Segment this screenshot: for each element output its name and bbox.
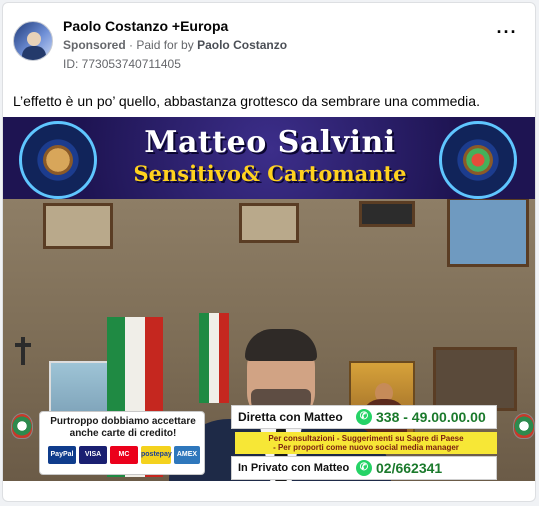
mastercard-icon: MC bbox=[110, 446, 138, 464]
private-contact-row: In Privato con Matteo ✆ 02/662341 bbox=[231, 456, 497, 480]
private-label: In Privato con Matteo bbox=[238, 462, 350, 474]
ellipsis-icon[interactable]: ··· bbox=[495, 23, 519, 45]
visa-icon: VISA bbox=[79, 446, 107, 464]
consult-line2: - Per proporti come nuovo social media m… bbox=[273, 443, 459, 452]
contact-panel: Diretta con Matteo ✆ 338 - 49.00.00.00 P… bbox=[231, 405, 501, 480]
wall-painting bbox=[447, 197, 529, 267]
medallion-center bbox=[463, 145, 493, 175]
crucifix-bar bbox=[15, 343, 31, 347]
postepay-icon: postepay bbox=[141, 446, 172, 464]
private-number: 02/662341 bbox=[376, 460, 443, 476]
medallion-center bbox=[43, 145, 73, 175]
video-banner: Matteo Salvini Sensitivo& Cartomante bbox=[3, 117, 535, 199]
wall-calendar bbox=[359, 201, 415, 227]
payment-text-line1: Purtroppo dobbiamo accettare bbox=[50, 416, 196, 427]
direct-label: Diretta con Matteo bbox=[238, 410, 343, 424]
meta-separator: · bbox=[129, 38, 134, 52]
post-header: Paolo Costanzo +Europa Sponsored · Paid … bbox=[13, 17, 525, 73]
video-lower-third: Purtroppo dobbiamo accettare anche carte… bbox=[3, 401, 535, 481]
page-name-link[interactable]: Paolo Costanzo +Europa bbox=[63, 18, 228, 34]
ad-id: ID: 773053740711405 bbox=[63, 57, 181, 71]
consult-line1: Per consultazioni - Suggerimenti su Sagr… bbox=[268, 434, 464, 443]
ad-post-card: Paolo Costanzo +Europa Sponsored · Paid … bbox=[2, 2, 536, 502]
wall-frame bbox=[43, 203, 113, 249]
banner-title: Matteo Salvini bbox=[144, 125, 396, 160]
crucifix bbox=[21, 337, 25, 365]
zodiac-medallion-left bbox=[19, 121, 97, 199]
wall-frame bbox=[239, 203, 299, 243]
paid-for-by-name: Paolo Costanzo bbox=[197, 38, 288, 52]
whatsapp-icon: ✆ bbox=[356, 409, 372, 425]
consultation-note: Per consultazioni - Suggerimenti su Sagr… bbox=[235, 432, 497, 454]
whatsapp-icon: ✆ bbox=[356, 460, 372, 476]
direct-number: 338 - 49.00.00.00 bbox=[376, 409, 486, 425]
sponsored-meta: Sponsored · Paid for by Paolo Costanzo bbox=[63, 38, 287, 52]
paypal-icon: PayPal bbox=[48, 446, 76, 464]
payment-box: Purtroppo dobbiamo accettare anche carte… bbox=[39, 411, 205, 475]
avatar-head bbox=[27, 32, 41, 46]
zodiac-medallion-right bbox=[439, 121, 517, 199]
speaker-hair bbox=[245, 329, 317, 361]
ad-video[interactable]: Matteo Salvini Sensitivo& Cartomante Pur… bbox=[3, 117, 535, 481]
payment-cards: PayPal VISA MC postepay AMEX bbox=[48, 446, 200, 464]
paid-for-by-label: Paid for by bbox=[136, 38, 194, 52]
crest-icon bbox=[11, 413, 33, 439]
banner-subtitle: Sensitivo& Cartomante bbox=[133, 161, 407, 186]
payment-text-line2: anche carte di credito! bbox=[69, 428, 177, 439]
post-caption: L’effetto è un po’ quello, abbastanza gr… bbox=[13, 93, 480, 109]
crest-icon bbox=[513, 413, 535, 439]
page-avatar[interactable] bbox=[13, 21, 53, 61]
sponsored-label: Sponsored bbox=[63, 38, 126, 52]
avatar-body bbox=[22, 46, 46, 60]
payment-text: Purtroppo dobbiamo accettare anche carte… bbox=[40, 416, 206, 440]
direct-contact-row: Diretta con Matteo ✆ 338 - 49.00.00.00 bbox=[231, 405, 497, 429]
amex-icon: AMEX bbox=[174, 446, 200, 464]
